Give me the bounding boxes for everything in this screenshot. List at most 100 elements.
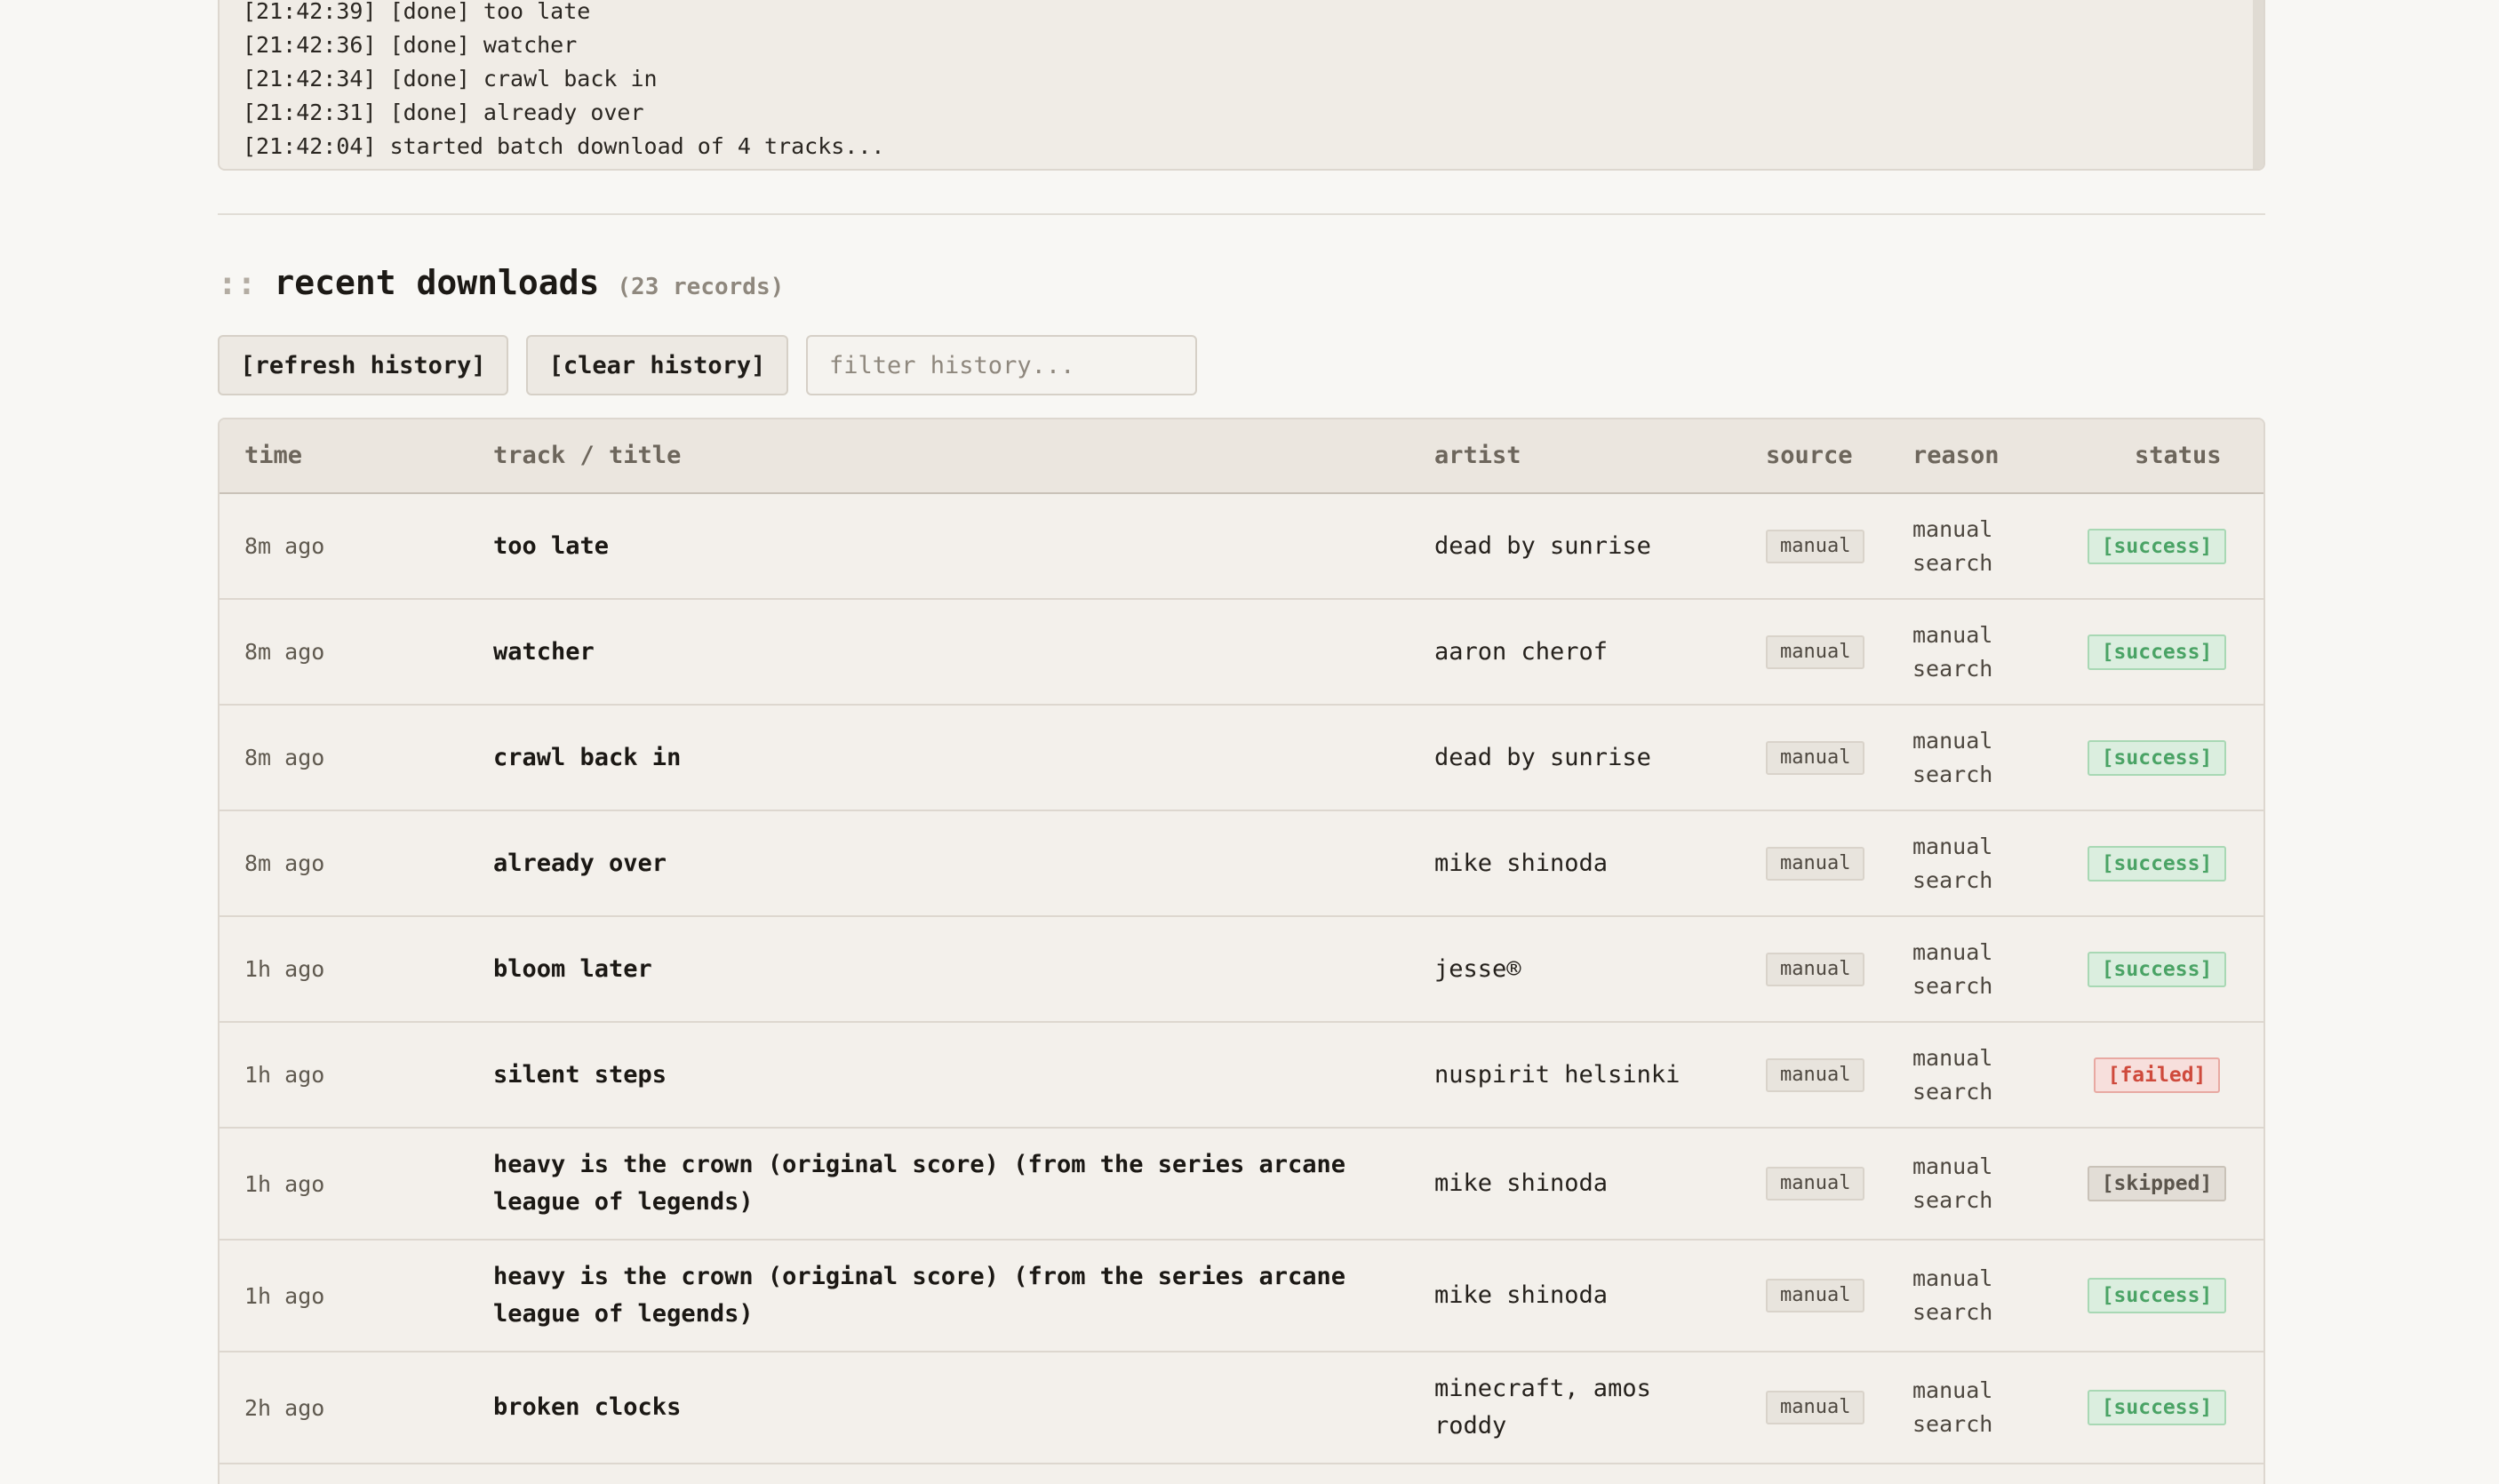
row-title: heavy is the crown (original score) (fro… [493,1263,1346,1328]
row-time: 8m ago [244,533,325,559]
row-status-cell: [success] [2068,1241,2246,1351]
row-title: already over [493,849,667,877]
row-status-cell: [success] [2068,600,2246,704]
row-status-cell: [success] [2068,1352,2246,1463]
log-line: [21:42:04] started batch download of 4 t… [243,133,885,159]
row-reason: manual search [1912,833,1993,893]
log-lines: [21:42:39] [done] too late [21:42:36] [d… [243,0,884,164]
row-reason: manual search [1912,621,1993,682]
row-title: silent steps [493,1060,667,1089]
table-row[interactable]: 8m ago too late dead by sunrise manual manua… [220,494,2263,600]
status-badge: [success] [2087,1390,2227,1425]
table-row[interactable]: 1h ago bloom later jesse® manual manual sear… [220,917,2263,1023]
heading-prefix: :: [218,266,257,302]
source-badge: manual [1766,634,1865,669]
column-header-title[interactable]: track / title [493,419,681,492]
column-header-status[interactable]: status [2135,419,2222,492]
table-row[interactable]: 1h ago heavy is the crown (original score… [220,1241,2263,1352]
row-reason: manual search [1912,938,1993,999]
row-artist: jesse® [1434,954,1521,983]
row-source-cell: manual [1766,600,1865,704]
row-source-cell: manual [1766,917,1865,1021]
row-artist: minecraft, amos roddy [1434,1375,1651,1440]
row-source-cell: manual [1766,811,1865,915]
source-badge: manual [1766,740,1865,775]
row-time: 1h ago [244,956,325,982]
row-artist: dead by sunrise [1434,743,1651,771]
refresh-history-button[interactable]: [refresh history] [218,335,508,395]
section-heading: :: recent downloads (23 records) [218,263,784,302]
row-source-cell: manual [1766,706,1865,810]
page: [21:42:39] [done] too late [21:42:36] [d… [0,0,2499,1484]
column-header-source[interactable]: source [1766,419,1853,492]
row-status-cell: [success] [2068,811,2246,915]
row-source-cell: manual [1766,1129,1865,1239]
log-scrollbar[interactable] [2253,0,2263,169]
log-line: [21:42:34] [done] crawl back in [243,66,658,92]
row-title: heavy is the crown (original score) (fro… [493,1151,1346,1216]
status-badge: [failed] [2093,1057,2221,1093]
source-badge: manual [1766,952,1865,986]
row-reason: manual search [1912,727,1993,787]
row-artist: mike shinoda [1434,849,1609,877]
record-count: (23 records) [617,274,785,300]
row-status-cell: [failed] [2068,1023,2246,1127]
row-reason: manual search [1912,1044,1993,1105]
row-source-cell: manual [1766,1241,1865,1351]
history-table: time track / title artist source reason … [218,418,2265,1484]
row-time: 1h ago [244,1062,325,1088]
row-source-cell: manual [1766,1352,1865,1463]
page-title: recent downloads [274,263,600,302]
log-panel: [21:42:39] [done] too late [21:42:36] [d… [218,0,2265,171]
row-artist: mike shinoda [1434,1169,1609,1197]
row-time: 1h ago [244,1170,325,1197]
row-time: 1h ago [244,1282,325,1309]
table-row[interactable]: 1h ago heavy is the crown (original score… [220,1129,2263,1241]
table-row[interactable]: 2h ago broken clocks minecraft, amos roddy… [220,1352,2263,1464]
row-status-cell: [skipped] [2068,1129,2246,1239]
section-divider [218,213,2265,215]
row-time: 8m ago [244,850,325,876]
row-artist: aaron cherof [1434,637,1609,666]
table-row[interactable]: 8m ago crawl back in dead by sunrise manual… [220,706,2263,811]
table-header: time track / title artist source reason … [220,419,2263,494]
source-badge: manual [1766,1391,1865,1424]
row-status-cell: [success] [2068,706,2246,810]
row-reason: manual search [1912,1153,1993,1213]
row-title: bloom later [493,954,652,983]
row-title: watcher [493,637,595,666]
status-badge: [success] [2087,1278,2227,1313]
source-badge: manual [1766,1057,1865,1092]
status-badge: [success] [2087,528,2227,564]
row-artist: mike shinoda [1434,1281,1609,1309]
source-badge: manual [1766,1279,1865,1312]
status-badge: [success] [2087,845,2227,882]
row-title: crawl back in [493,743,682,771]
clear-history-button[interactable]: [clear history] [526,335,788,395]
row-status-cell: [success] [2068,917,2246,1021]
row-reason: manual search [1912,1377,1993,1437]
source-badge: manual [1766,1167,1865,1201]
table-row[interactable]: 8m ago watcher aaron cherof manual manual se… [220,600,2263,706]
log-line: [21:42:31] [done] already over [243,100,644,125]
row-time: 2h ago [244,1394,325,1421]
table-row[interactable]: 8m ago already over mike shinoda manual manu… [220,811,2263,917]
row-title: too late [493,531,610,560]
filter-history-input[interactable] [806,335,1197,395]
column-header-reason[interactable]: reason [1912,419,2000,492]
status-badge: [success] [2087,634,2227,670]
table-row[interactable]: 1h ago silent steps nuspirit helsinki manua… [220,1023,2263,1129]
row-artist: dead by sunrise [1434,531,1651,560]
column-header-time[interactable]: time [244,419,302,492]
status-badge: [skipped] [2087,1166,2227,1201]
source-badge: manual [1766,846,1865,881]
row-title: broken clocks [493,1393,682,1421]
log-line: [21:42:36] [done] watcher [243,32,578,58]
row-artist: nuspirit helsinki [1434,1060,1681,1089]
row-source-cell: manual [1766,1023,1865,1127]
column-header-artist[interactable]: artist [1434,419,1521,492]
row-status-cell: [success] [2068,494,2246,598]
row-reason: manual search [1912,1265,1993,1325]
status-badge: [success] [2087,739,2227,776]
source-badge: manual [1766,529,1865,563]
